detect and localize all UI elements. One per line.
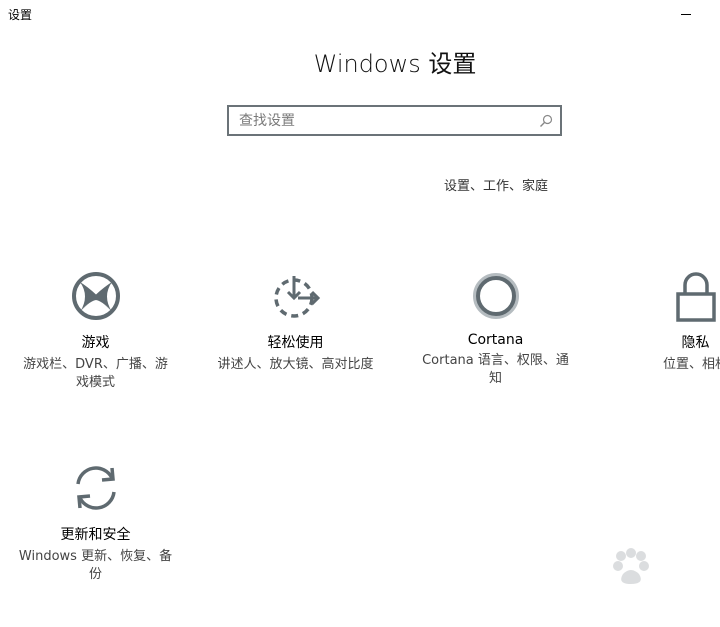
refresh-icon xyxy=(75,466,116,510)
title-bar: 设置 xyxy=(0,0,720,30)
tile-description: Cortana 语言、权限、通知 xyxy=(422,353,569,386)
tile-label: 隐私 xyxy=(681,335,710,351)
search-hint: 设置、工作、家庭 xyxy=(444,179,549,194)
app-title: 设置 xyxy=(8,8,33,22)
page-title: Windows 设置 xyxy=(313,50,477,78)
xbox-icon xyxy=(71,272,120,320)
tile-ease-of-access[interactable]: 轻松使用 讲述人、放大镜、高对比度 xyxy=(213,270,378,374)
tile-description: Windows 更新、恢复、备份 xyxy=(18,549,173,582)
tile-privacy[interactable]: 隐私 位置、相机 xyxy=(613,270,720,374)
search-icon[interactable] xyxy=(538,113,554,129)
tile-description: 讲述人、放大镜、高对比度 xyxy=(217,357,374,372)
tile-label: 游戏 xyxy=(81,335,110,351)
tile-gaming[interactable]: 游戏 游戏栏、DVR、广播、游戏模式 xyxy=(13,270,178,392)
cortana-icon xyxy=(472,273,519,319)
search-box[interactable] xyxy=(227,105,562,136)
lock-icon xyxy=(675,272,716,322)
tile-description: 位置、相机 xyxy=(662,357,720,372)
tile-label: 轻松使用 xyxy=(267,335,324,351)
baidu-watermark-logo xyxy=(613,548,649,584)
tile-label: Cortana xyxy=(467,332,524,348)
tile-cortana[interactable]: Cortana Cortana 语言、权限、通知 xyxy=(413,270,578,388)
ease-of-access-icon xyxy=(273,276,320,318)
tile-update-security[interactable]: 更新和安全 Windows 更新、恢复、备份 xyxy=(13,462,178,584)
minimize-button[interactable] xyxy=(676,6,696,24)
tile-description: 游戏栏、DVR、广播、游戏模式 xyxy=(23,357,168,390)
search-input[interactable] xyxy=(239,107,529,134)
tile-label: 更新和安全 xyxy=(60,527,131,543)
